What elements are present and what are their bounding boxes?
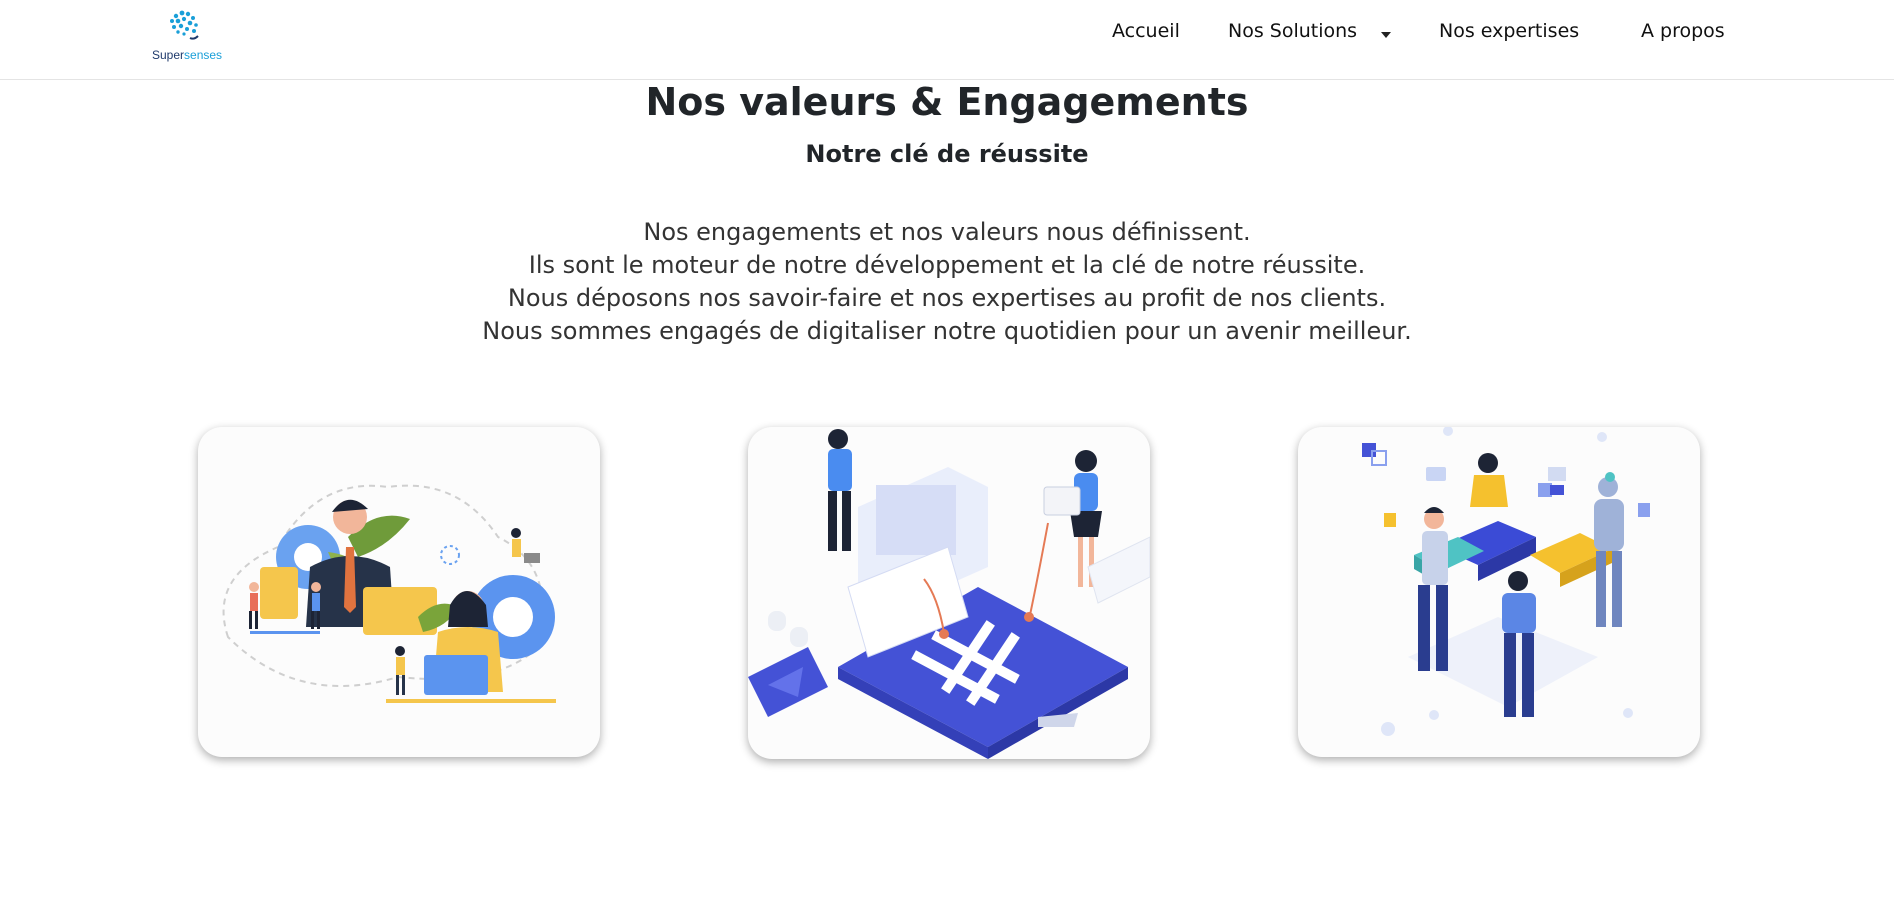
nav-nos-expertises-link[interactable]: Nos expertises — [1439, 20, 1579, 42]
brand-name: Supersenses — [152, 48, 223, 62]
values-paragraph: Nos engagements et nos valeurs nous défi… — [0, 216, 1894, 348]
page-title: Nos valeurs & Engagements — [645, 80, 1249, 124]
value-card-social — [748, 427, 1150, 759]
nav-accueil-link[interactable]: Accueil — [1112, 20, 1180, 42]
social-hashtag-illustration — [748, 429, 1150, 759]
value-card-teamwork — [198, 427, 600, 757]
supersenses-logo[interactable]: Supersenses — [148, 8, 226, 66]
page-subtitle: Notre clé de réussite — [805, 140, 1089, 168]
paragraph-line: Nous sommes engagés de digitaliser notre… — [482, 317, 1412, 345]
nav-a-propos-link[interactable]: A propos — [1641, 20, 1725, 42]
chevron-down-icon[interactable] — [1381, 32, 1391, 38]
value-card-collaboration — [1298, 427, 1700, 757]
nav-nos-solutions-link[interactable]: Nos Solutions — [1228, 20, 1357, 42]
paragraph-line: Nos engagements et nos valeurs nous défi… — [643, 218, 1251, 246]
puzzle-collaboration-illustration — [1362, 427, 1650, 736]
teamwork-illustration — [222, 484, 556, 703]
brain-logo-icon — [170, 10, 199, 40]
paragraph-line: Nous déposons nos savoir-faire et nos ex… — [507, 284, 1387, 312]
top-navbar: Supersenses Accueil Nos Solutions Nos ex… — [0, 0, 1894, 80]
paragraph-line: Ils sont le moteur de notre développemen… — [528, 251, 1366, 279]
